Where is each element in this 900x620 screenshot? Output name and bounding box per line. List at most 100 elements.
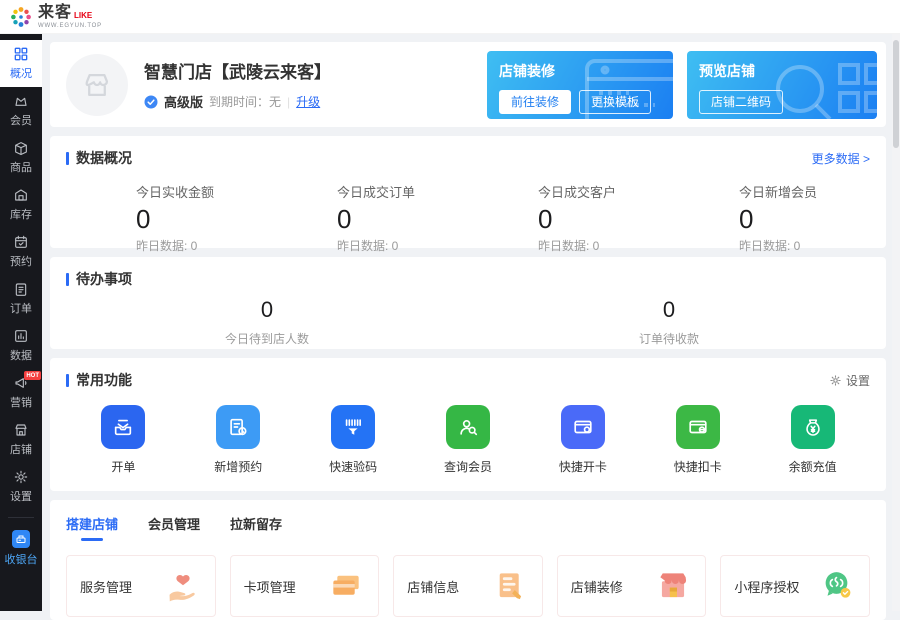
card-label: 小程序授权: [734, 577, 799, 596]
storefront-color-icon: [654, 570, 692, 602]
stat-new-members: 今日新增会员 0 昨日数据: 0: [669, 182, 870, 254]
card-miniprogram-auth[interactable]: 小程序授权: [720, 555, 870, 617]
card-store-info[interactable]: 店铺信息: [393, 555, 543, 617]
chart-icon: [13, 328, 29, 344]
sidebar-item-settings[interactable]: 设置: [0, 463, 42, 510]
upgrade-link[interactable]: 升级: [296, 93, 320, 110]
go-decorate-button[interactable]: 前往装修: [499, 90, 571, 114]
deduct-card-icon: [676, 405, 720, 449]
tab-member-management[interactable]: 会员管理: [148, 514, 200, 541]
stat-label: 今日新增会员: [739, 182, 870, 201]
action-label: 新增预约: [214, 458, 262, 475]
action-quick-verify-code[interactable]: 快速验码: [296, 405, 411, 475]
sidebar-item-appointments[interactable]: 预约: [0, 228, 42, 275]
stat-label: 今日成交客户: [538, 182, 669, 201]
todo-label: 订单待收款: [468, 330, 870, 347]
stat-value: 0: [739, 204, 870, 235]
card-card-items[interactable]: 卡项管理: [230, 555, 380, 617]
sidebar-item-orders[interactable]: 订单: [0, 275, 42, 322]
stat-label: 今日实收金额: [136, 182, 267, 201]
stat-today-customers: 今日成交客户 0 昨日数据: 0: [468, 182, 669, 254]
section-accent-bar: [66, 273, 69, 286]
scrollbar-thumb[interactable]: [893, 40, 899, 148]
action-new-appointment[interactable]: 新增预约: [181, 405, 296, 475]
sidebar-label: 营销: [10, 394, 32, 410]
scrollbar-track[interactable]: [892, 34, 900, 611]
more-data-link[interactable]: 更多数据 >: [812, 150, 870, 167]
stat-label: 今日成交订单: [337, 182, 468, 201]
sidebar-item-members[interactable]: 会员: [0, 87, 42, 134]
document-edit-icon: [491, 570, 529, 602]
calendar-check-icon: [13, 234, 29, 250]
stat-value: 0: [337, 204, 468, 235]
recharge-icon: [791, 405, 835, 449]
change-template-button[interactable]: 更换模板: [579, 90, 651, 114]
card-store-decoration[interactable]: 店铺装修: [557, 555, 707, 617]
todo-card: 待办事项 0 今日待到店人数 0 订单待收款: [50, 257, 886, 349]
todo-label: 今日待到店人数: [66, 330, 468, 347]
logo-text-en: LIKE: [74, 12, 92, 20]
card-label: 服务管理: [80, 577, 132, 596]
action-label: 查询会员: [444, 458, 492, 475]
sidebar-item-marketing[interactable]: HOT 营销: [0, 369, 42, 416]
app-logo[interactable]: 来客 LIKE WWW.EGYUN.TOP: [9, 5, 102, 29]
quick-actions-card: 常用功能 设置 开单 新增预约: [50, 358, 886, 491]
clipboard-icon: [13, 281, 29, 297]
cashier-icon: [12, 530, 30, 548]
member-crown-icon: [13, 93, 29, 109]
quick-actions-settings-button[interactable]: 设置: [829, 372, 870, 389]
sidebar-label: 预约: [10, 253, 32, 269]
card-label: 卡项管理: [244, 577, 296, 596]
stat-today-orders: 今日成交订单 0 昨日数据: 0: [267, 182, 468, 254]
open-bill-icon: [101, 405, 145, 449]
meta-separator: |: [287, 95, 290, 109]
search-member-icon: [446, 405, 490, 449]
section-title: 待办事项: [76, 269, 132, 289]
stat-value: 0: [136, 204, 267, 235]
action-search-member[interactable]: 查询会员: [411, 405, 526, 475]
store-qrcode-button[interactable]: 店铺二维码: [699, 90, 783, 114]
new-appointment-icon: [216, 405, 260, 449]
stat-sub: 昨日数据: 0: [337, 237, 468, 254]
setup-section-card: 搭建店铺 会员管理 拉新留存 服务管理 卡项管理 店铺信息 店铺装修: [50, 500, 886, 620]
todo-row: 0 今日待到店人数 0 订单待收款: [66, 297, 870, 347]
action-quick-open-card[interactable]: 快捷开卡: [525, 405, 640, 475]
sidebar-item-cashier[interactable]: 收银台: [0, 525, 42, 572]
card-label: 店铺信息: [407, 577, 459, 596]
sidebar-label: 商品: [10, 159, 32, 175]
setup-tabs: 搭建店铺 会员管理 拉新留存: [66, 514, 870, 541]
sidebar-label: 数据: [10, 347, 32, 363]
verify-code-icon: [331, 405, 375, 449]
store-header-card: 智慧门店【武陵云来客】 高级版 到期时间：无 | 升级 店铺装修 前往装修 更换…: [50, 42, 886, 127]
action-open-bill[interactable]: 开单: [66, 405, 181, 475]
sidebar-item-inventory[interactable]: 库存: [0, 181, 42, 228]
stat-sub: 昨日数据: 0: [538, 237, 669, 254]
sidebar-label: 收银台: [5, 551, 38, 567]
sidebar-label: 订单: [10, 300, 32, 316]
section-title: 数据概况: [76, 148, 132, 168]
logo-subtitle: WWW.EGYUN.TOP: [38, 23, 102, 29]
action-balance-recharge[interactable]: 余额充值: [755, 405, 870, 475]
sidebar-item-products[interactable]: 商品: [0, 134, 42, 181]
sidebar-item-data[interactable]: 数据: [0, 322, 42, 369]
card-service-management[interactable]: 服务管理: [66, 555, 216, 617]
section-title: 常用功能: [76, 370, 132, 390]
sidebar-item-overview[interactable]: 概况: [0, 40, 42, 87]
logo-icon: [9, 5, 33, 29]
action-label: 开单: [111, 458, 135, 475]
action-label: 快捷开卡: [559, 458, 607, 475]
stat-value: 0: [538, 204, 669, 235]
gear-icon: [13, 469, 29, 485]
sidebar-label: 会员: [10, 112, 32, 128]
action-quick-deduct-card[interactable]: 快捷扣卡: [640, 405, 755, 475]
card-label: 店铺装修: [571, 577, 623, 596]
stat-sub: 昨日数据: 0: [136, 237, 267, 254]
main-content: 智慧门店【武陵云来客】 高级版 到期时间：无 | 升级 店铺装修 前往装修 更换…: [42, 34, 900, 611]
todo-value: 0: [468, 297, 870, 323]
logo-text-cn: 来客: [38, 5, 72, 21]
tab-acquisition-retention[interactable]: 拉新留存: [230, 514, 282, 541]
tab-build-store[interactable]: 搭建店铺: [66, 514, 118, 541]
sidebar-label: 概况: [10, 65, 32, 81]
data-overview-card: 数据概况 更多数据 > 今日实收金额 0 昨日数据: 0 今日成交订单 0 昨日…: [50, 136, 886, 248]
sidebar-item-store[interactable]: 店铺: [0, 416, 42, 463]
